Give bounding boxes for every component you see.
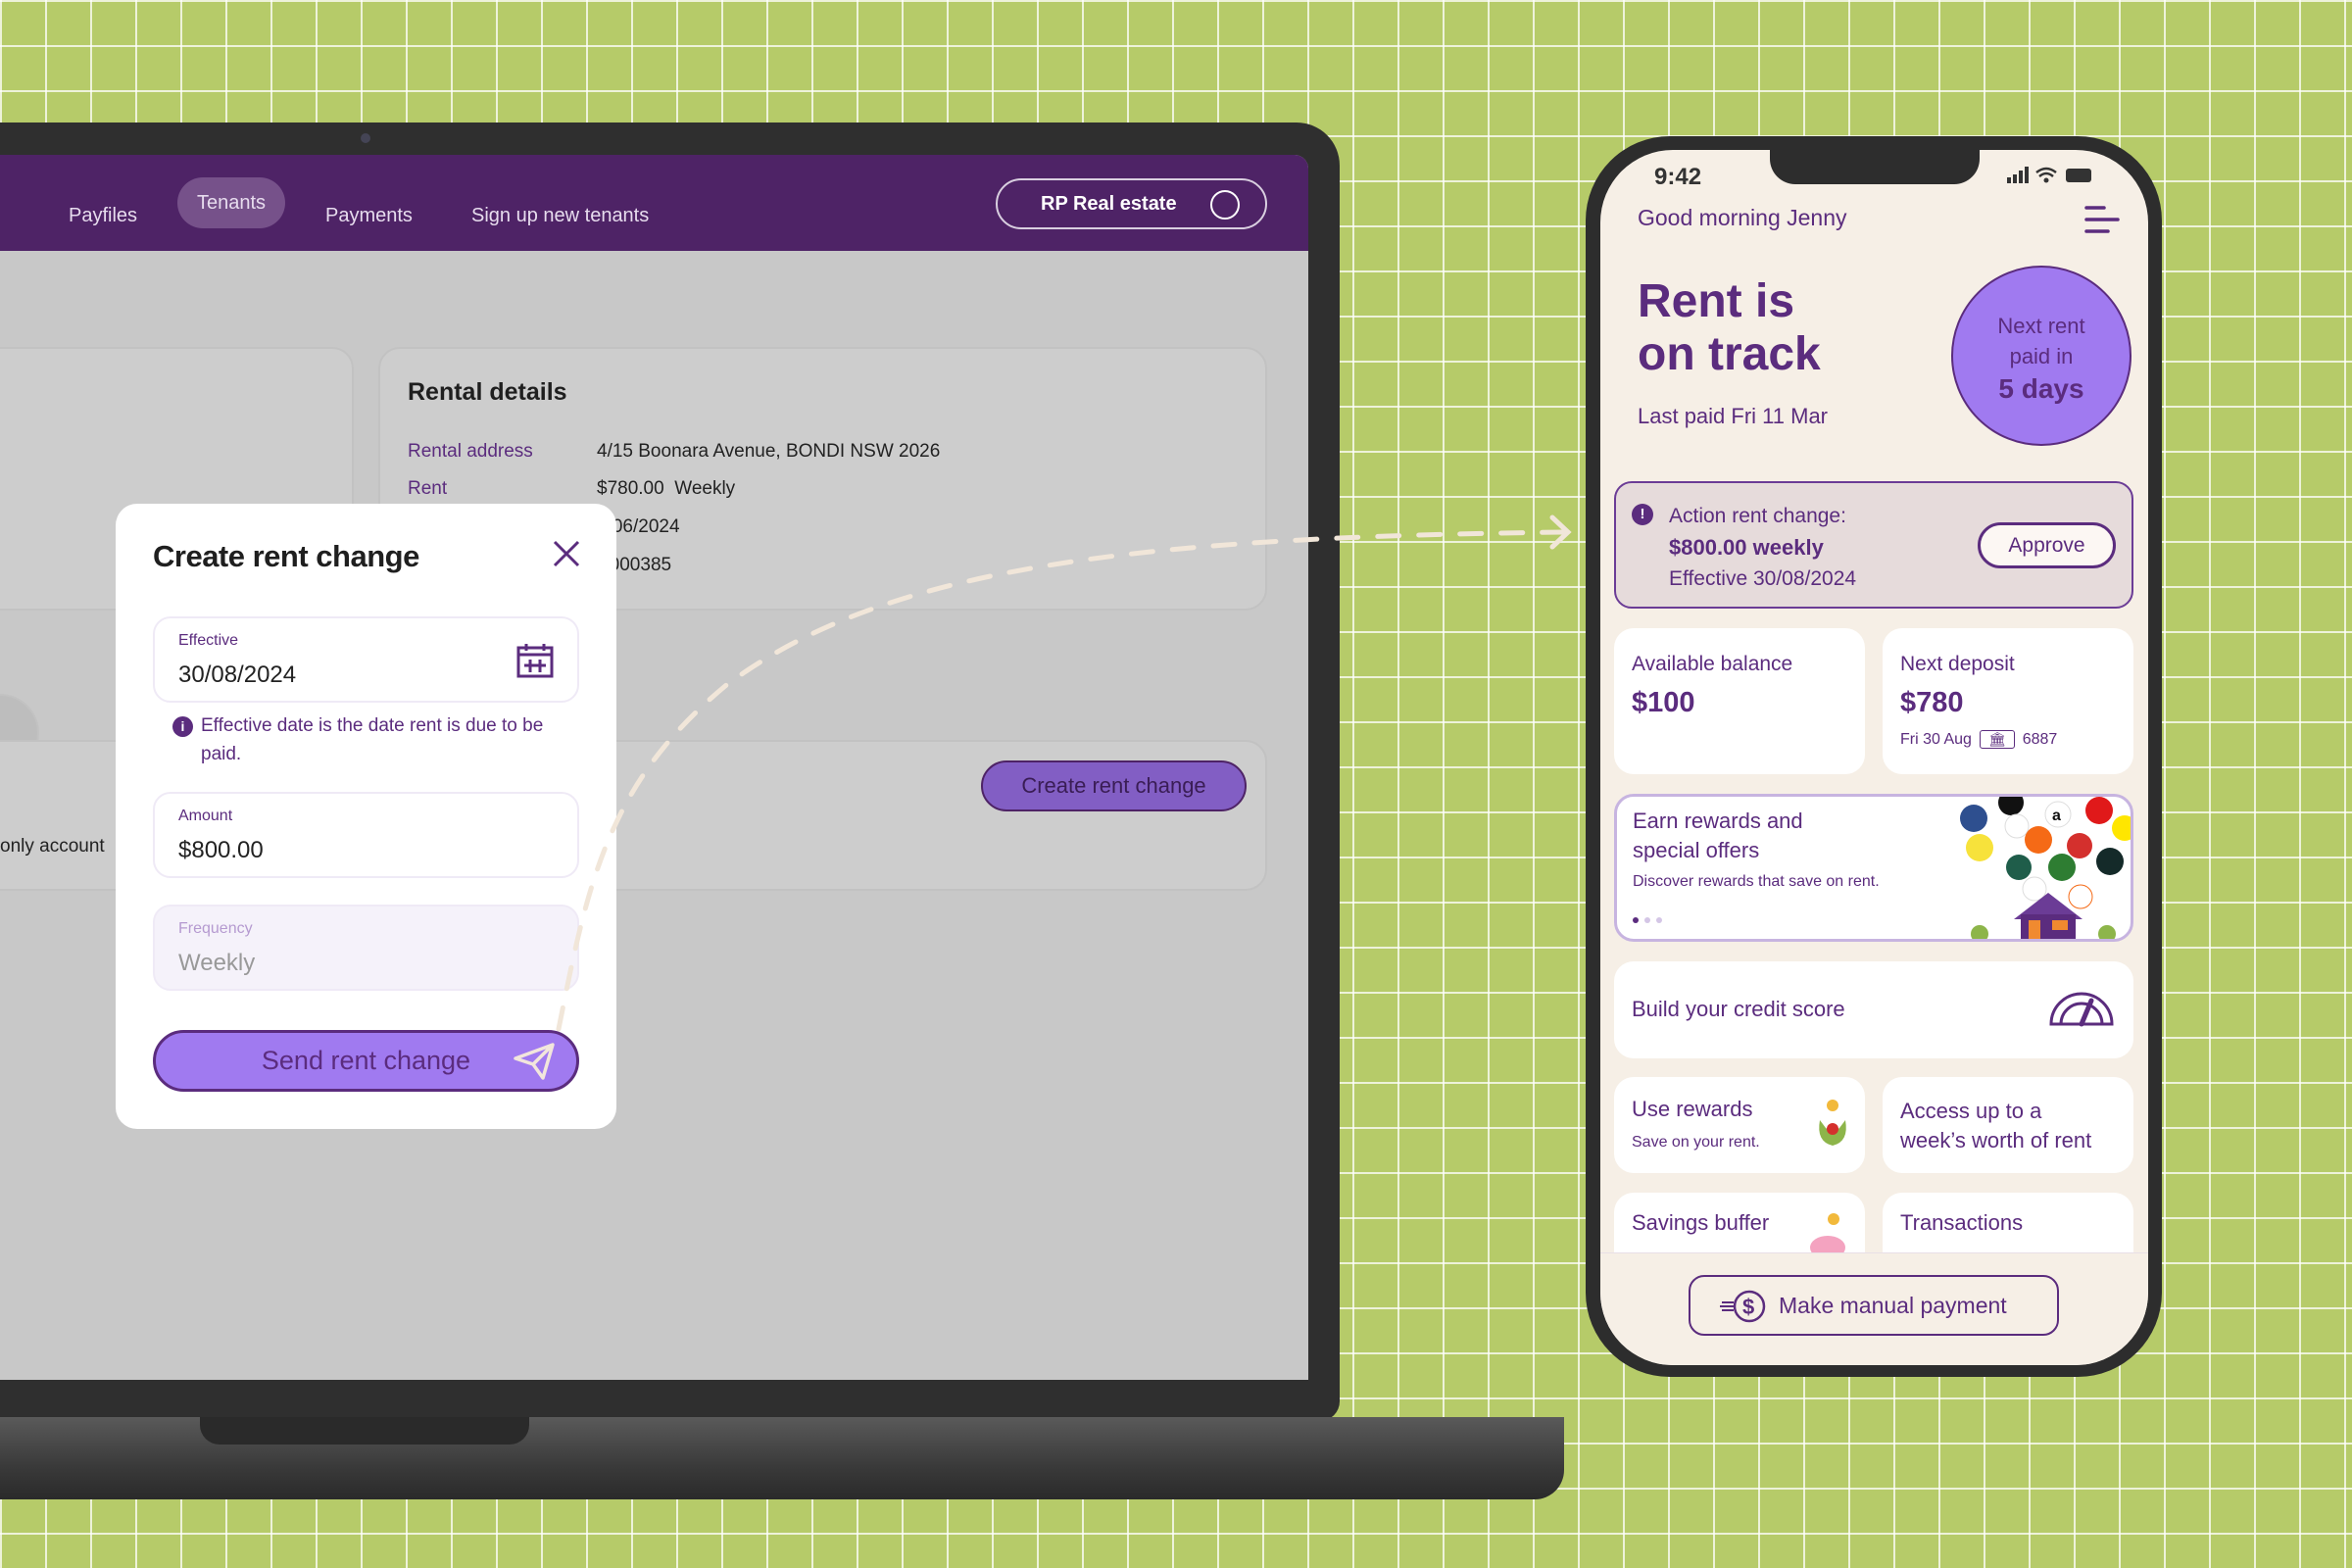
- transactions-title: Transactions: [1900, 1210, 2024, 1235]
- rewards-carousel-card[interactable]: Earn rewards and special offers Discover …: [1614, 794, 2133, 942]
- deposit-details: Fri 30 Aug 🏛 6887: [1900, 730, 2057, 749]
- bank-icon: 🏛: [1979, 730, 2015, 749]
- access-rent-card[interactable]: Access up to a week’s worth of rent: [1883, 1077, 2133, 1173]
- headline: Rent is on track: [1638, 275, 1821, 381]
- greeting: Good morning Jenny: [1638, 205, 1847, 230]
- rewards-subtitle: Discover rewards that save on rent.: [1633, 873, 1880, 890]
- person-coin-icon: [1819, 1100, 1846, 1146]
- balance-label: Available balance: [1632, 653, 1793, 675]
- next-rent-days: 5 days: [1998, 373, 2084, 404]
- approve-button[interactable]: Approve: [1978, 522, 2116, 568]
- piggy-bank-icon: [1810, 1213, 1845, 1255]
- dollar-speed-icon: $: [1720, 1290, 1766, 1323]
- credit-score-card[interactable]: Build your credit score: [1614, 961, 2133, 1058]
- gauge-icon: [2049, 992, 2114, 1027]
- use-rewards-title: Use rewards: [1632, 1097, 1753, 1121]
- deposit-label: Next deposit: [1900, 653, 2015, 675]
- next-deposit-card[interactable]: Next deposit $780 Fri 30 Aug 🏛 6887: [1883, 628, 2133, 774]
- last-paid: Last paid Fri 11 Mar: [1638, 404, 1829, 428]
- use-rewards-card[interactable]: Use rewards Save on your rent.: [1614, 1077, 1865, 1173]
- action-title: Action rent change:: [1669, 505, 1846, 527]
- status-icons: [2007, 167, 2091, 183]
- phone-screen: 9:42 Good morning Jenny Rent is on track …: [1600, 150, 2148, 1365]
- access-line-2: week’s worth of rent: [1900, 1128, 2092, 1152]
- next-rent-line2: paid in: [2009, 344, 2074, 368]
- deposit-account: 6887: [2022, 730, 2058, 748]
- deposit-value: $780: [1900, 687, 1964, 718]
- rewards-title: Earn rewards and special offers: [1633, 807, 1803, 865]
- alert-icon: !: [1632, 504, 1653, 525]
- access-line-1: Access up to a: [1900, 1099, 2042, 1123]
- deposit-date: Fri 30 Aug: [1900, 730, 1972, 748]
- use-rewards-subtitle: Save on your rent.: [1632, 1134, 1760, 1151]
- manual-payment-label: Make manual payment: [1779, 1293, 2007, 1318]
- action-effective: Effective 30/08/2024: [1669, 567, 1857, 590]
- rewards-title-1: Earn rewards and: [1633, 808, 1803, 833]
- status-time: 9:42: [1654, 164, 1702, 190]
- next-rent-line1: Next rent: [1997, 314, 2085, 338]
- carousel-dots[interactable]: [1633, 917, 1662, 923]
- phone-notch: [1770, 150, 1980, 184]
- action-rent-change-card: ! Action rent change: $800.00 weekly Eff…: [1614, 481, 2133, 609]
- action-text: Action rent change: $800.00 weekly Effec…: [1669, 501, 1856, 595]
- svg-text:a: a: [2052, 808, 2061, 824]
- headline-line-1: Rent is: [1638, 275, 1795, 327]
- available-balance-card[interactable]: Available balance $100: [1614, 628, 1865, 774]
- rewards-title-2: special offers: [1633, 838, 1760, 862]
- make-manual-payment-button[interactable]: $ Make manual payment: [1689, 1275, 2059, 1336]
- rewards-illustration: a: [1960, 797, 2131, 939]
- savings-title: Savings buffer: [1632, 1210, 1770, 1235]
- balance-value: $100: [1632, 687, 1695, 718]
- headline-line-2: on track: [1638, 328, 1821, 380]
- action-amount: $800.00 weekly: [1669, 535, 1824, 560]
- credit-label: Build your credit score: [1632, 997, 1845, 1021]
- bottom-bar: $ Make manual payment: [1600, 1252, 2148, 1365]
- next-rent-badge: Next rent paid in 5 days: [1951, 266, 2132, 446]
- svg-text:$: $: [1742, 1295, 1754, 1319]
- access-text: Access up to a week’s worth of rent: [1900, 1097, 2091, 1155]
- menu-icon[interactable]: [2084, 205, 2120, 234]
